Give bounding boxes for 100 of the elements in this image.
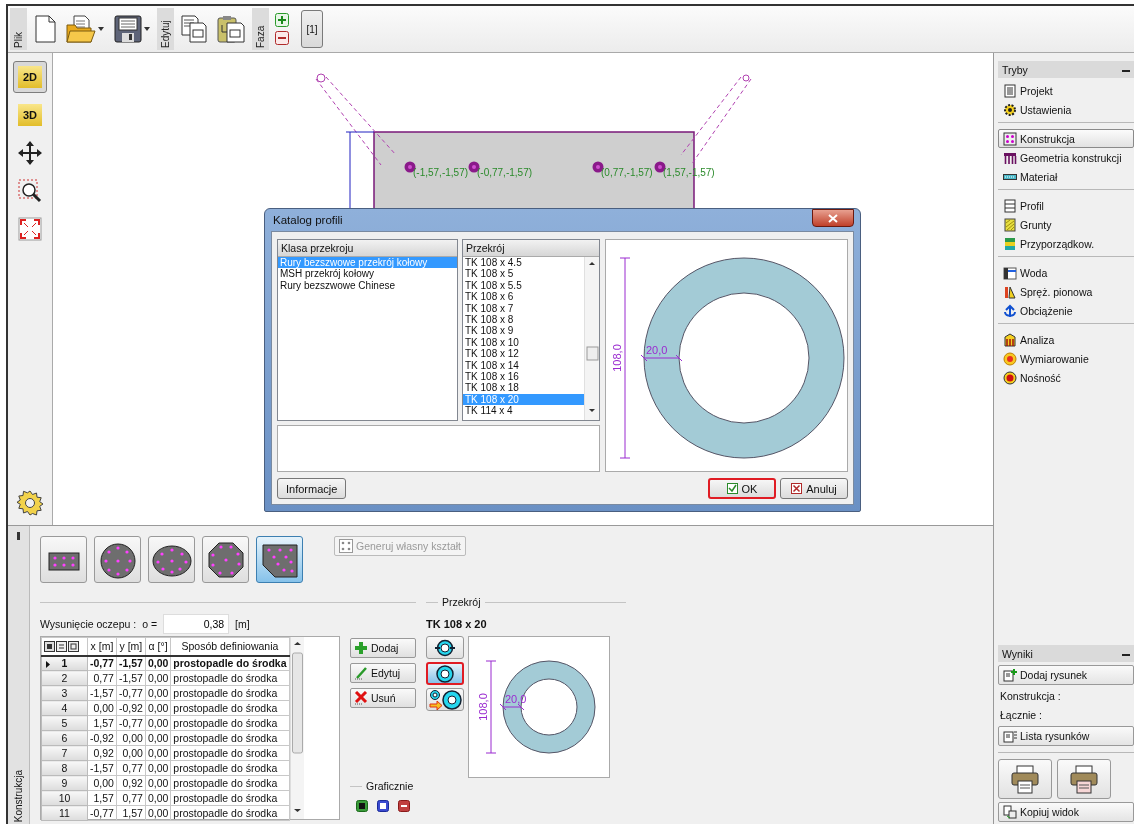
settings-icon[interactable] [16,489,44,517]
phase-tab[interactable]: [1] [301,10,323,48]
mode-item[interactable]: Konstrukcja [998,129,1134,148]
mode-item[interactable]: Profil [998,196,1134,215]
add-graphic-icon[interactable] [356,800,368,812]
table-cell: 0,00 [145,655,171,671]
toolbar-group-label: Plik [10,8,27,50]
mode-item[interactable]: Wymiarowanie [998,349,1134,368]
add-phase-icon[interactable] [275,13,289,27]
list-item[interactable]: TK 108 x 9 [463,325,584,337]
table-cell: -0,92 [116,700,146,716]
info-button[interactable]: Informacje [277,478,347,499]
offset-input[interactable]: 0,38 [163,614,230,634]
scrollbar[interactable] [584,257,599,420]
new-file-icon[interactable] [34,15,56,43]
pile-layout-button[interactable] [40,536,87,583]
load-arrow-icon [1003,303,1017,318]
result-label: Łącznie : [999,708,1044,723]
copy-view-icon [1003,805,1017,819]
dotted-grid-icon [339,539,353,553]
plus-icon [354,641,368,655]
zoom-icon[interactable] [18,179,42,203]
strata-icon [1003,236,1017,251]
mode-item[interactable]: Ustawienia [998,100,1134,119]
table-cell: prostopadle do środka [170,760,289,776]
remove-button[interactable]: Usuń [350,688,416,708]
copy-documents-icon[interactable] [181,15,207,43]
mode-item[interactable]: Przyporządkow. [998,234,1134,253]
copy-rows-icon[interactable] [56,640,67,652]
view-mode-button[interactable]: 2D [13,61,47,93]
table-cell: -0,77 [87,805,117,821]
mode-item[interactable]: Nośność [998,368,1134,387]
paste-clipboard-icon[interactable] [217,15,245,43]
copy-view-button[interactable]: Kopiuj widok [998,802,1134,822]
pile-layout-button[interactable] [148,536,195,583]
add-button[interactable]: Dodaj [350,638,416,658]
section-view-button[interactable] [426,662,464,685]
table-cell: 0,77 [87,670,117,686]
columns-icon [1003,150,1017,165]
edit-button[interactable]: Edytuj [350,663,416,683]
mode-item[interactable]: Spręż. pionowa [998,282,1134,301]
table-cell: 1,57 [116,805,146,821]
list-item[interactable]: TK 108 x 18 [463,382,584,394]
pin-icon[interactable] [16,532,21,540]
remove-phase-icon[interactable] [275,31,289,45]
mode-item[interactable]: Grunty [998,215,1134,234]
mode-item[interactable]: Geometria konstrukcji [998,148,1134,167]
mode-item[interactable]: Woda [998,263,1134,282]
cancel-button[interactable]: Anuluj [780,478,848,499]
caret-icon[interactable] [98,27,104,31]
list-item[interactable]: TK 108 x 4.5 [463,257,584,269]
list-item[interactable]: TK 108 x 5 [463,268,584,280]
select-all-icon[interactable] [44,640,55,652]
drawing-list-button[interactable]: Lista rysunków [998,726,1134,746]
print-button[interactable] [998,759,1052,799]
dimension-label: 108,0 [610,344,623,372]
check-icon [726,483,738,494]
section-view-button[interactable] [426,636,464,659]
list-item[interactable]: MSH przekrój kołowy [278,268,457,280]
paste-rows-icon[interactable] [68,640,79,652]
add-drawing-button[interactable]: Dodaj rysunek [998,665,1134,685]
mode-item[interactable]: Projekt [998,81,1134,100]
list-item[interactable]: Rury bezszwowe Chinese [278,279,457,292]
list-item[interactable]: TK 108 x 16 [463,370,584,383]
unit-label: [m] [235,618,250,630]
list-item[interactable]: TK 108 x 6 [463,291,584,303]
list-item[interactable]: TK 108 x 7 [463,302,584,314]
table-cell: 0,00 [145,715,171,731]
remove-graphic-icon[interactable] [398,800,410,812]
list-item[interactable]: TK 114 x 4 [463,405,584,417]
panel-tab[interactable]: Konstrukcja [13,769,24,822]
list-item[interactable]: TK 108 x 5.5 [463,279,584,292]
close-button[interactable] [812,209,854,227]
table-cell: 0,00 [145,760,171,776]
column-header: α [°] [145,637,171,656]
edit-graphic-icon[interactable] [377,800,389,812]
print-preview-button[interactable] [1057,759,1111,799]
table-cell: prostopadle do środka [170,745,289,761]
pile-layout-button[interactable] [256,536,303,583]
list-item[interactable]: TK 108 x 14 [463,359,584,371]
section-view-button[interactable] [426,688,464,711]
table-cell: 0,00 [87,775,117,791]
caret-icon[interactable] [144,27,150,31]
table-cell: 0,92 [87,745,117,761]
fit-view-icon[interactable] [18,217,42,241]
mode-item[interactable]: Obciążenie [998,301,1134,320]
dimension-line [640,354,682,362]
mode-item[interactable]: Materiał [998,167,1134,186]
move-arrows-icon[interactable] [18,141,42,165]
pile-layout-button[interactable] [202,536,249,583]
open-folder-icon[interactable] [66,15,96,43]
mode-item[interactable]: Analiza [998,330,1134,349]
spring-icon [1003,284,1017,299]
list-item[interactable]: TK 108 x 10 [463,336,584,349]
list-item[interactable]: TK 108 x 8 [463,313,584,326]
ok-button[interactable]: OK [708,478,776,499]
pile-layout-button[interactable] [94,536,141,583]
document-icon [1003,83,1017,98]
result-label: Konstrukcja : [999,689,1062,704]
list-item[interactable]: TK 108 x 12 [463,348,584,360]
